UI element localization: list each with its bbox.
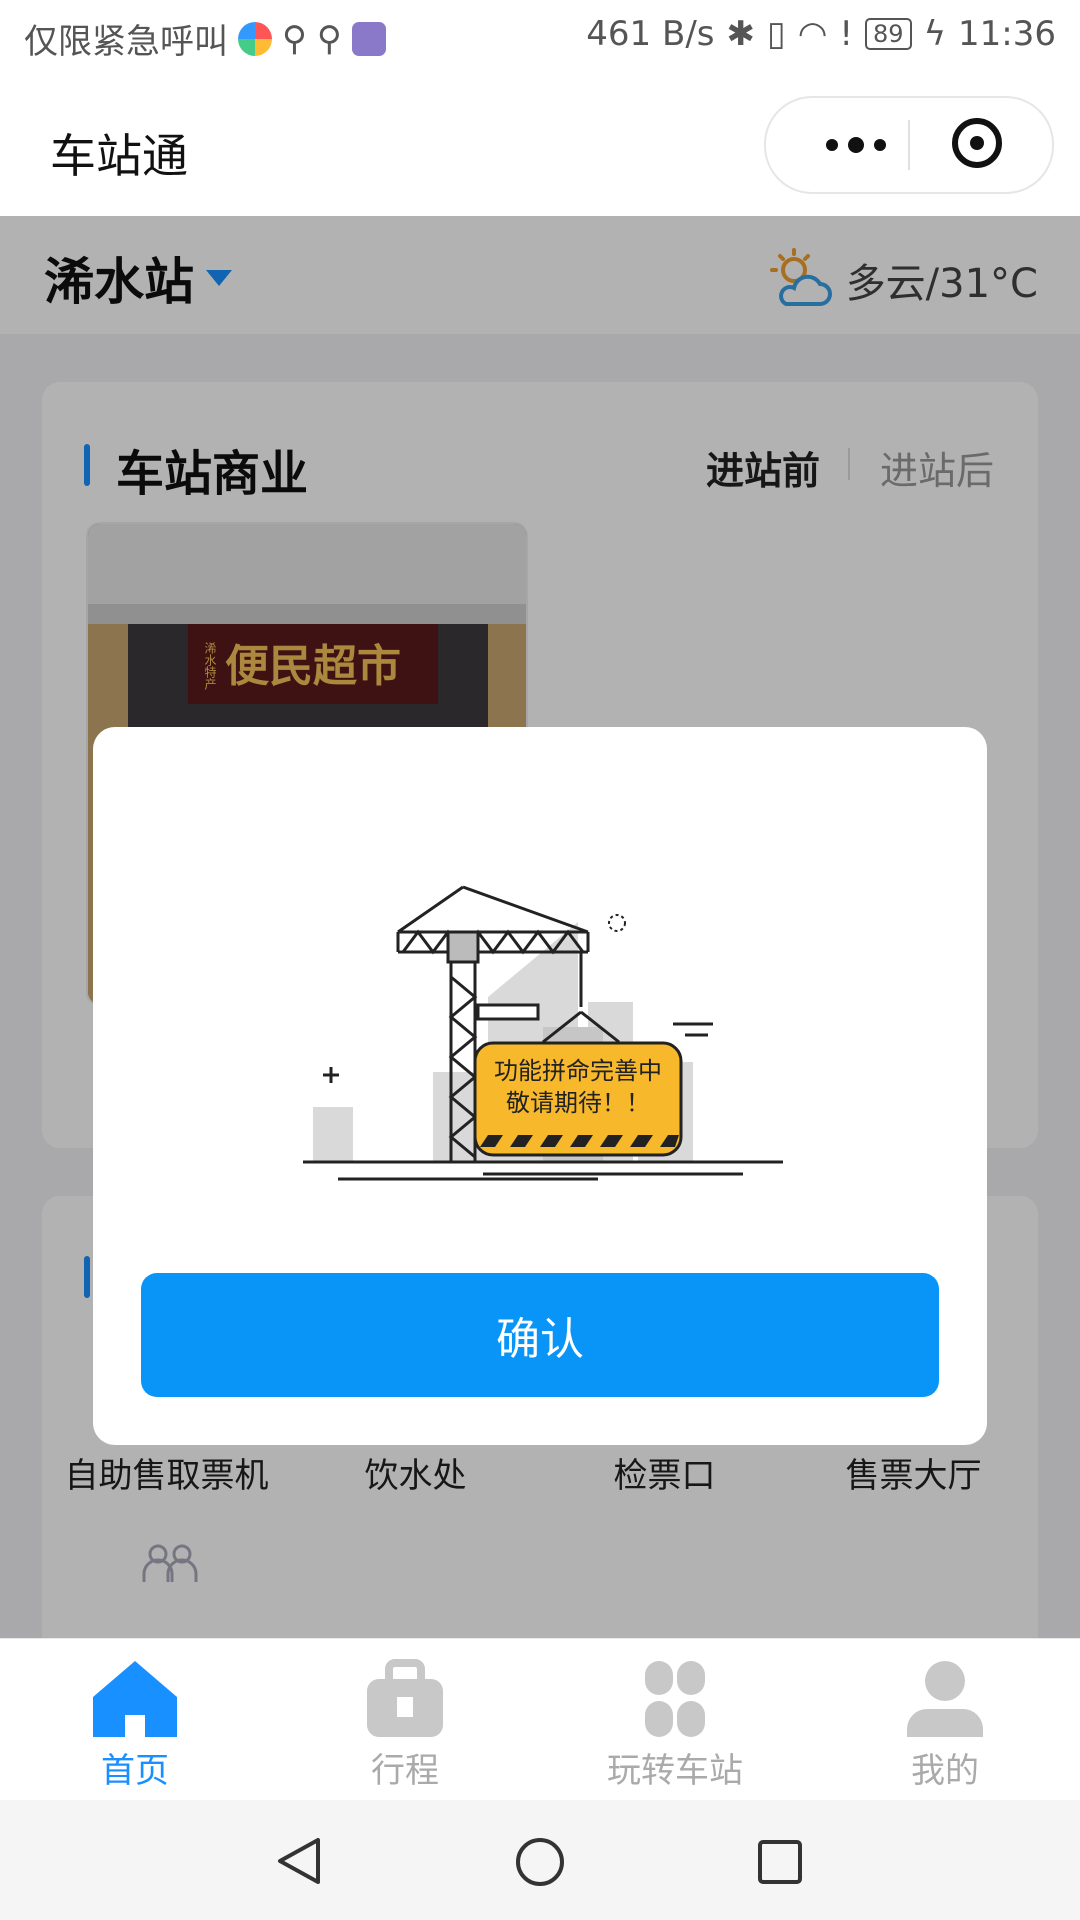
tab-explore-station[interactable]: 玩转车站 xyxy=(540,1639,810,1801)
home-icon xyxy=(93,1661,177,1737)
app-title: 车站通 xyxy=(50,129,188,183)
usb-icon-2: ⚲ xyxy=(316,18,342,59)
home-circle-icon[interactable] xyxy=(514,1836,566,1888)
user-icon xyxy=(907,1661,983,1737)
tab-label: 首页 xyxy=(101,1751,169,1791)
system-nav-bar xyxy=(0,1800,1080,1920)
app-badge-icon xyxy=(351,21,386,56)
tab-home[interactable]: 首页 xyxy=(0,1639,270,1801)
title-bar: 车站通 xyxy=(0,74,1080,216)
charging-icon: ϟ xyxy=(923,14,947,54)
dialog-message-line2: 敬请期待！！ xyxy=(506,1089,650,1117)
status-left: 仅限紧急呼叫 ⚲ ⚲ xyxy=(24,14,386,63)
back-icon[interactable] xyxy=(274,1836,324,1886)
app-notification-icon xyxy=(238,21,272,56)
confirm-button[interactable]: 确认 xyxy=(141,1273,939,1397)
vibrate-icon: ▯ xyxy=(767,14,786,54)
recents-icon[interactable] xyxy=(756,1838,804,1886)
network-speed: 461 B/s xyxy=(586,14,715,54)
clover-icon xyxy=(645,1661,705,1737)
bottom-tab-bar: 首页 行程 玩转车站 我的 xyxy=(0,1638,1080,1801)
under-construction-dialog: 功能拼命完善中 敬请期待！！ 确认 xyxy=(93,727,987,1445)
tab-label: 行程 xyxy=(371,1751,439,1791)
target-icon[interactable] xyxy=(952,118,1002,168)
tab-itinerary[interactable]: 行程 xyxy=(270,1639,540,1801)
tab-me[interactable]: 我的 xyxy=(810,1639,1080,1801)
clock: 11:36 xyxy=(958,14,1056,54)
status-right: 461 B/s ✱ ▯ ◠ ! 89 ϟ 11:36 xyxy=(586,14,1056,54)
tab-label: 我的 xyxy=(911,1751,979,1791)
tab-label: 玩转车站 xyxy=(607,1751,743,1791)
briefcase-icon xyxy=(367,1659,443,1737)
capsule-divider xyxy=(908,120,910,170)
alert-icon: ! xyxy=(839,14,854,54)
carrier-text: 仅限紧急呼叫 xyxy=(24,22,228,62)
status-bar: 仅限紧急呼叫 ⚲ ⚲ 461 B/s ✱ ▯ ◠ ! 89 ϟ 11:36 xyxy=(0,0,1080,74)
battery-indicator: 89 xyxy=(865,18,912,50)
dialog-message-line1: 功能拼命完善中 xyxy=(494,1057,662,1085)
construction-crane-illustration: 功能拼命完善中 敬请期待！！ xyxy=(303,885,783,1181)
bluetooth-icon: ✱ xyxy=(726,14,756,54)
usb-icon: ⚲ xyxy=(282,18,307,59)
wifi-icon: ◠ xyxy=(797,14,828,54)
more-dots-icon[interactable] xyxy=(806,98,906,192)
mini-program-capsule xyxy=(764,96,1054,194)
